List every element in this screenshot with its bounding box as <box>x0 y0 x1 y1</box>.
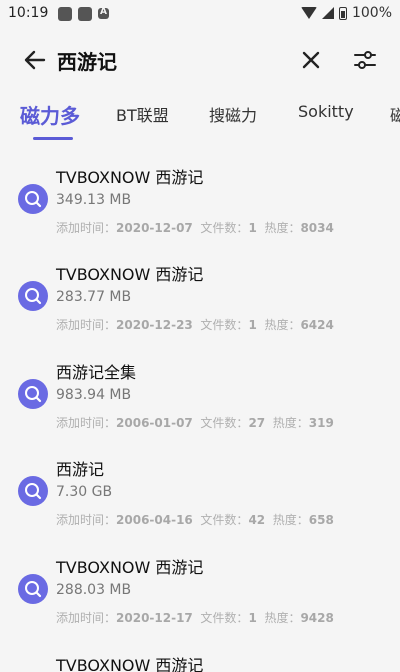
item-size: 349.13 MB <box>56 192 132 208</box>
item-size: 283.77 MB <box>56 289 132 305</box>
wifi-icon <box>300 7 317 19</box>
active-tab-indicator <box>33 137 73 140</box>
tab-partial[interactable]: 磁 <box>390 102 400 126</box>
status-time: 10:19 <box>8 5 49 21</box>
status-right: 100% <box>300 5 392 21</box>
battery-icon <box>338 6 347 20</box>
item-size: 288.03 MB <box>56 582 132 598</box>
notification-icon <box>78 7 92 21</box>
signal-icon <box>321 7 334 19</box>
search-query[interactable]: 西游记 <box>57 46 117 75</box>
search-icon <box>18 281 48 311</box>
search-icon <box>18 184 48 214</box>
item-title: TVBOXNOW 西游记 <box>56 265 204 284</box>
search-icon <box>18 574 48 604</box>
list-item[interactable]: TVBOXNOW 西游记 349.13 MB 添加时间：2020-12-07 文… <box>0 148 400 244</box>
list-item[interactable]: 西游记 7.30 GB 添加时间：2006-04-16 文件数：42 热度：65… <box>0 440 400 536</box>
item-size: 983.94 MB <box>56 387 132 403</box>
source-tabs: 磁力多 BT联盟 搜磁力 Sokitty 磁 <box>0 90 400 142</box>
battery-level: 100% <box>351 5 392 21</box>
tab-sokitty[interactable]: Sokitty <box>298 102 354 121</box>
filter-settings-icon[interactable] <box>352 48 378 72</box>
search-icon <box>18 379 48 409</box>
item-meta: 添加时间：2006-04-16 文件数：42 热度：658 <box>56 513 334 527</box>
back-arrow-icon[interactable] <box>22 48 48 72</box>
list-item[interactable]: TVBOXNOW 西游记 <box>0 636 400 672</box>
status-bar: 10:19 100% <box>0 0 400 28</box>
item-title: 西游记 <box>56 460 105 479</box>
search-bar: 西游记 <box>0 32 400 88</box>
item-meta: 添加时间：2020-12-07 文件数：1 热度：8034 <box>56 221 334 235</box>
tab-cili-duo[interactable]: 磁力多 <box>20 100 80 129</box>
app-notification-icon <box>98 7 109 19</box>
tab-bt-lianmeng[interactable]: BT联盟 <box>116 102 169 126</box>
item-title: TVBOXNOW 西游记 <box>56 168 204 187</box>
item-title: 西游记全集 <box>56 363 137 382</box>
tab-sou-cili[interactable]: 搜磁力 <box>209 102 257 126</box>
list-item[interactable]: TVBOXNOW 西游记 288.03 MB 添加时间：2020-12-17 文… <box>0 538 400 634</box>
item-title: TVBOXNOW 西游记 <box>56 558 204 577</box>
search-icon <box>18 476 48 506</box>
close-icon[interactable] <box>299 48 323 72</box>
item-meta: 添加时间：2020-12-17 文件数：1 热度：9428 <box>56 611 334 625</box>
item-meta: 添加时间：2006-01-07 文件数：27 热度：319 <box>56 416 334 430</box>
list-item[interactable]: TVBOXNOW 西游记 283.77 MB 添加时间：2020-12-23 文… <box>0 245 400 341</box>
item-title: TVBOXNOW 西游记 <box>56 656 204 672</box>
notification-icon <box>58 7 72 21</box>
item-meta: 添加时间：2020-12-23 文件数：1 热度：6424 <box>56 318 334 332</box>
list-item[interactable]: 西游记全集 983.94 MB 添加时间：2006-01-07 文件数：27 热… <box>0 343 400 439</box>
notification-icons <box>58 7 109 21</box>
item-size: 7.30 GB <box>56 484 113 500</box>
